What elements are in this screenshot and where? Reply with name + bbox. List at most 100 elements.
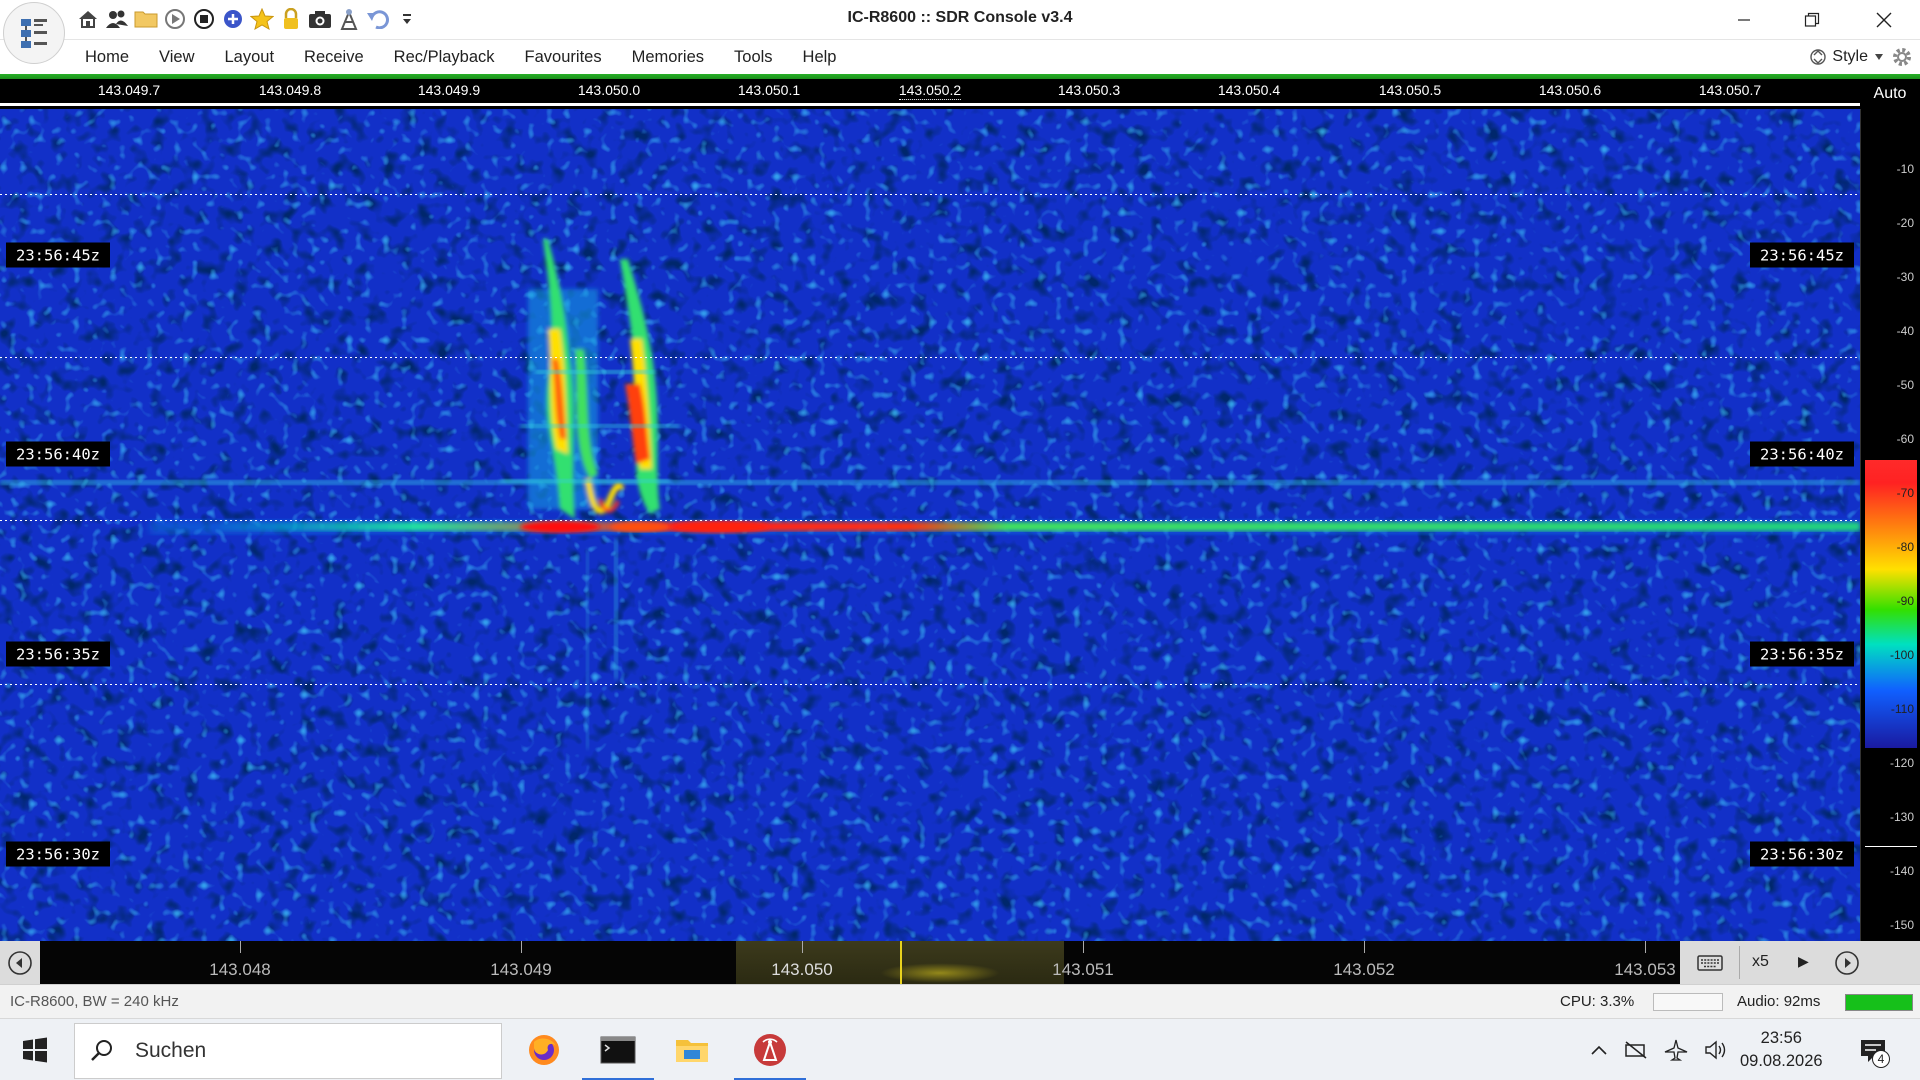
time-label-right: 23:56:30z [1750,841,1854,867]
overview-label: 143.052 [1333,960,1395,979]
menu-layout[interactable]: Layout [209,40,289,75]
overview-tick [802,941,803,953]
menu-home[interactable]: Home [70,40,144,75]
style-selector[interactable]: Style [1810,44,1914,70]
time-label-right: 23:56:35z [1750,641,1854,667]
system-tray [1590,1019,1728,1080]
overview-label: 143.053 [1614,960,1676,979]
db-label: -40 [1896,324,1914,338]
signal-glow [880,963,1000,983]
close-button[interactable] [1850,0,1918,40]
windows-logo-icon [23,1037,47,1063]
cpu-meter [1653,993,1723,1011]
db-label: -100 [1889,648,1914,662]
menu-receive[interactable]: Receive [289,40,379,75]
network-icon[interactable] [1624,1040,1648,1060]
freq-label: 143.049.7 [97,82,161,98]
minimize-button[interactable] [1710,0,1778,40]
freq-label: 143.050.4 [1217,82,1281,98]
overview-label: 143.051 [1052,960,1114,979]
db-label: -10 [1896,162,1914,176]
search-icon [91,1040,112,1061]
overview-tick [1364,941,1365,953]
overview-label: 143.049 [490,960,552,979]
taskbar-app-terminal[interactable] [582,1019,654,1080]
freq-label: 143.050.1 [737,82,801,98]
taskbar-search[interactable]: Suchen [74,1023,502,1079]
cpu-status: CPU: 3.3% [1560,993,1635,1010]
search-placeholder: Suchen [135,1039,207,1062]
scroll-right-button[interactable] [1830,946,1864,979]
chevron-down-icon [1875,54,1883,60]
overview-tick [1645,941,1646,953]
firefox-icon [529,1035,559,1065]
zoom-arrow-icon[interactable]: ▶ [1798,953,1809,970]
status-bar: IC-R8600, BW = 240 kHz CPU: 3.3% Audio: … [0,984,1920,1018]
menu-bar: Home View Layout Receive Rec/Playback Fa… [0,40,1920,75]
sdr-console-window: IC-R8600 :: SDR Console v3.4 Home View L… [0,0,1920,1080]
time-label-left: 23:56:35z [6,641,110,667]
menu-rec-playback[interactable]: Rec/Playback [379,40,510,75]
db-label: -30 [1896,270,1914,284]
db-label: -60 [1896,432,1914,446]
zoom-value[interactable]: x5 [1752,953,1769,971]
taskbar-app-firefox[interactable] [508,1019,580,1080]
time-label-left: 23:56:30z [6,841,110,867]
restore-button[interactable] [1778,0,1846,40]
db-label: -110 [1890,702,1914,716]
floor-marker [1865,846,1917,847]
keyboard-icon [1696,954,1723,971]
freq-label: 143.050.0 [577,82,641,98]
db-label: -130 [1889,810,1914,824]
freq-label: 143.049.9 [417,82,481,98]
chevron-up-icon[interactable] [1590,1044,1608,1056]
tuned-frequency-marker[interactable] [900,941,902,984]
menu-favourites[interactable]: Favourites [510,40,617,75]
overview-tick [1083,941,1084,953]
db-scale[interactable]: -10 -20 -30 -40 -50 -60 -70 -80 -90 -100… [1860,109,1920,941]
gear-icon[interactable] [1890,45,1914,69]
menu-view[interactable]: View [144,40,209,75]
notification-button[interactable]: 4 [1855,1033,1891,1069]
auto-scale-button[interactable]: Auto [1860,79,1920,109]
freq-label: 143.050.6 [1538,82,1602,98]
application-menu-button[interactable] [3,2,65,64]
minimize-icon [1738,19,1750,21]
notification-badge: 4 [1872,1050,1890,1068]
overview-band[interactable]: 143.048 143.049 143.050 143.051 143.052 … [40,941,1680,984]
menu-tools[interactable]: Tools [719,40,788,75]
taskbar-clock[interactable]: 23:56 09.08.2026 [1740,1027,1823,1073]
frequency-overview: 143.048 143.049 143.050 143.051 143.052 … [0,941,1920,984]
chevron-left-circle-icon [8,950,32,975]
audio-meter [1845,994,1913,1011]
taskbar-app-explorer[interactable] [656,1019,728,1080]
waterfall-display[interactable]: 23:56:45z 23:56:45z 23:56:40z 23:56:40z … [0,109,1860,941]
time-label-right: 23:56:45z [1750,242,1854,268]
db-label: -150 [1889,918,1914,932]
overview-tick [521,941,522,953]
chevron-right-circle-icon [1835,950,1859,975]
taskbar-app-sdr-console[interactable] [734,1019,806,1080]
db-label: -20 [1896,216,1914,230]
start-button[interactable] [12,1032,58,1068]
restore-icon [1804,12,1820,27]
db-label: -50 [1896,378,1914,392]
clock-time: 23:56 [1760,1029,1802,1047]
window-title: IC-R8600 :: SDR Console v3.4 [847,9,1073,26]
menu-help[interactable]: Help [788,40,852,75]
db-label: -140 [1889,864,1914,878]
overview-label: 143.050 [771,960,833,979]
frequency-scale[interactable]: 143.049.7 143.049.8 143.049.9 143.050.0 … [0,79,1860,106]
airplane-icon[interactable] [1664,1039,1688,1061]
db-label: -90 [1896,594,1914,608]
freq-label: 143.050.3 [1057,82,1121,98]
style-arrows-icon [1810,49,1827,65]
keyboard-button[interactable] [1680,946,1740,979]
app-logo-icon [21,19,47,48]
windows-taskbar: Suchen 23:56 09.08.2026 4 [0,1018,1920,1080]
sdr-console-icon [754,1034,786,1066]
scroll-left-button[interactable] [0,941,40,984]
db-label: -80 [1896,540,1914,554]
menu-memories[interactable]: Memories [617,40,719,75]
volume-icon[interactable] [1704,1039,1728,1061]
